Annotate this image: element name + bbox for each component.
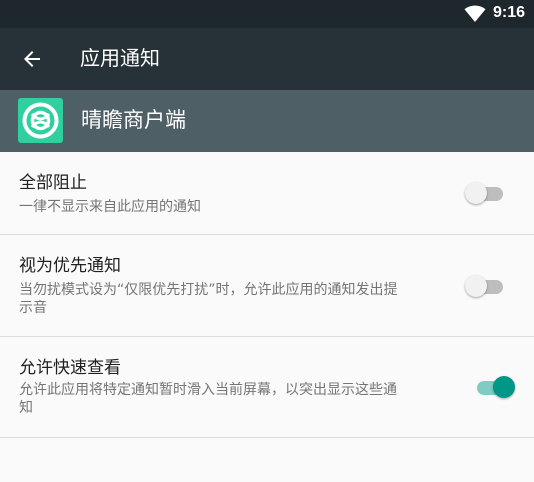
arrow-back-icon[interactable] (20, 47, 44, 71)
block-all-toggle[interactable] (465, 180, 507, 206)
setting-block-all[interactable]: 全部阻止 一律不显示来自此应用的通知 (0, 152, 534, 235)
setting-subtitle-line2: 知 (19, 400, 33, 416)
setting-subtitle: 一律不显示来自此应用的通知 (19, 199, 201, 215)
toggle-thumb (465, 182, 487, 204)
setting-title: 允许快速查看 (19, 358, 121, 378)
toolbar: 应用通知 (0, 28, 534, 90)
setting-subtitle-line1: 允许此应用将特定通知暂时滑入当前屏幕，以突出显示这些通 (19, 382, 397, 398)
toggle-thumb (493, 376, 515, 398)
status-bar: 9:16 (0, 0, 534, 28)
setting-subtitle-line1: 当勿扰模式设为“仅限优先打扰”时，允许此应用的通知发出提 (19, 282, 398, 298)
setting-subtitle-line2: 示音 (19, 300, 47, 316)
setting-peek[interactable]: 允许快速查看 允许此应用将特定通知暂时滑入当前屏幕，以突出显示这些通 知 (0, 337, 534, 438)
priority-toggle[interactable] (465, 273, 507, 299)
toggle-thumb (465, 275, 487, 297)
setting-priority[interactable]: 视为优先通知 当勿扰模式设为“仅限优先打扰”时，允许此应用的通知发出提 示音 (0, 235, 534, 337)
wifi-icon (464, 5, 486, 22)
app-header: 晴瞻商户端 (0, 90, 534, 152)
peek-toggle[interactable] (473, 374, 515, 400)
app-name: 晴瞻商户端 (81, 108, 186, 132)
setting-title: 视为优先通知 (19, 256, 121, 276)
setting-title: 全部阻止 (19, 173, 87, 193)
page-title: 应用通知 (80, 46, 160, 70)
app-logo-icon (18, 98, 63, 143)
status-time: 9:16 (493, 4, 526, 21)
